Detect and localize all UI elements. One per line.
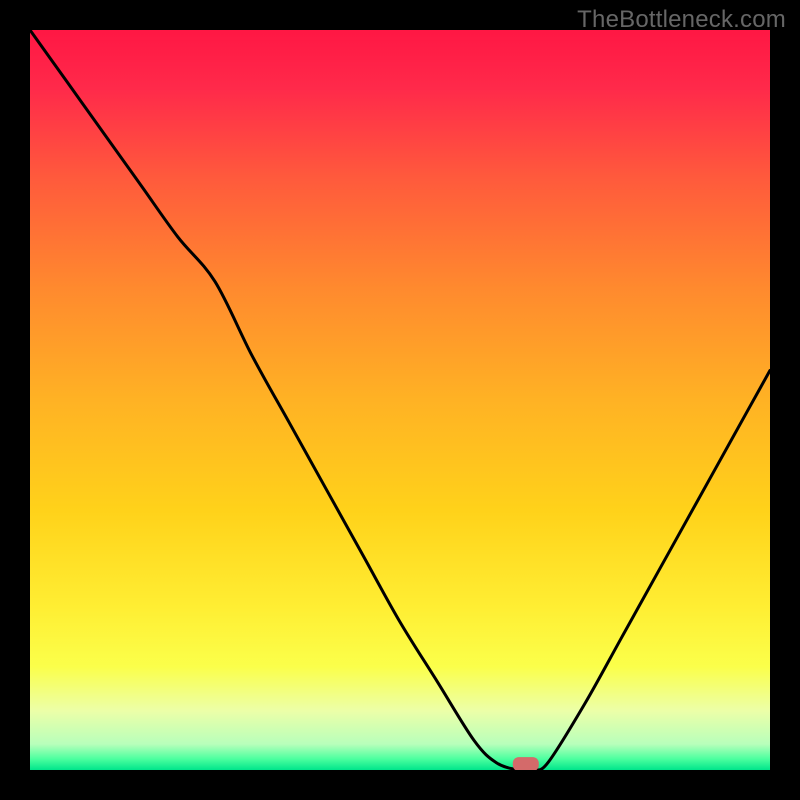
chart-svg	[30, 30, 770, 770]
chart-background	[30, 30, 770, 770]
chart-plot	[30, 30, 770, 770]
chart-marker	[513, 757, 539, 770]
chart-stage: TheBottleneck.com	[0, 0, 800, 800]
